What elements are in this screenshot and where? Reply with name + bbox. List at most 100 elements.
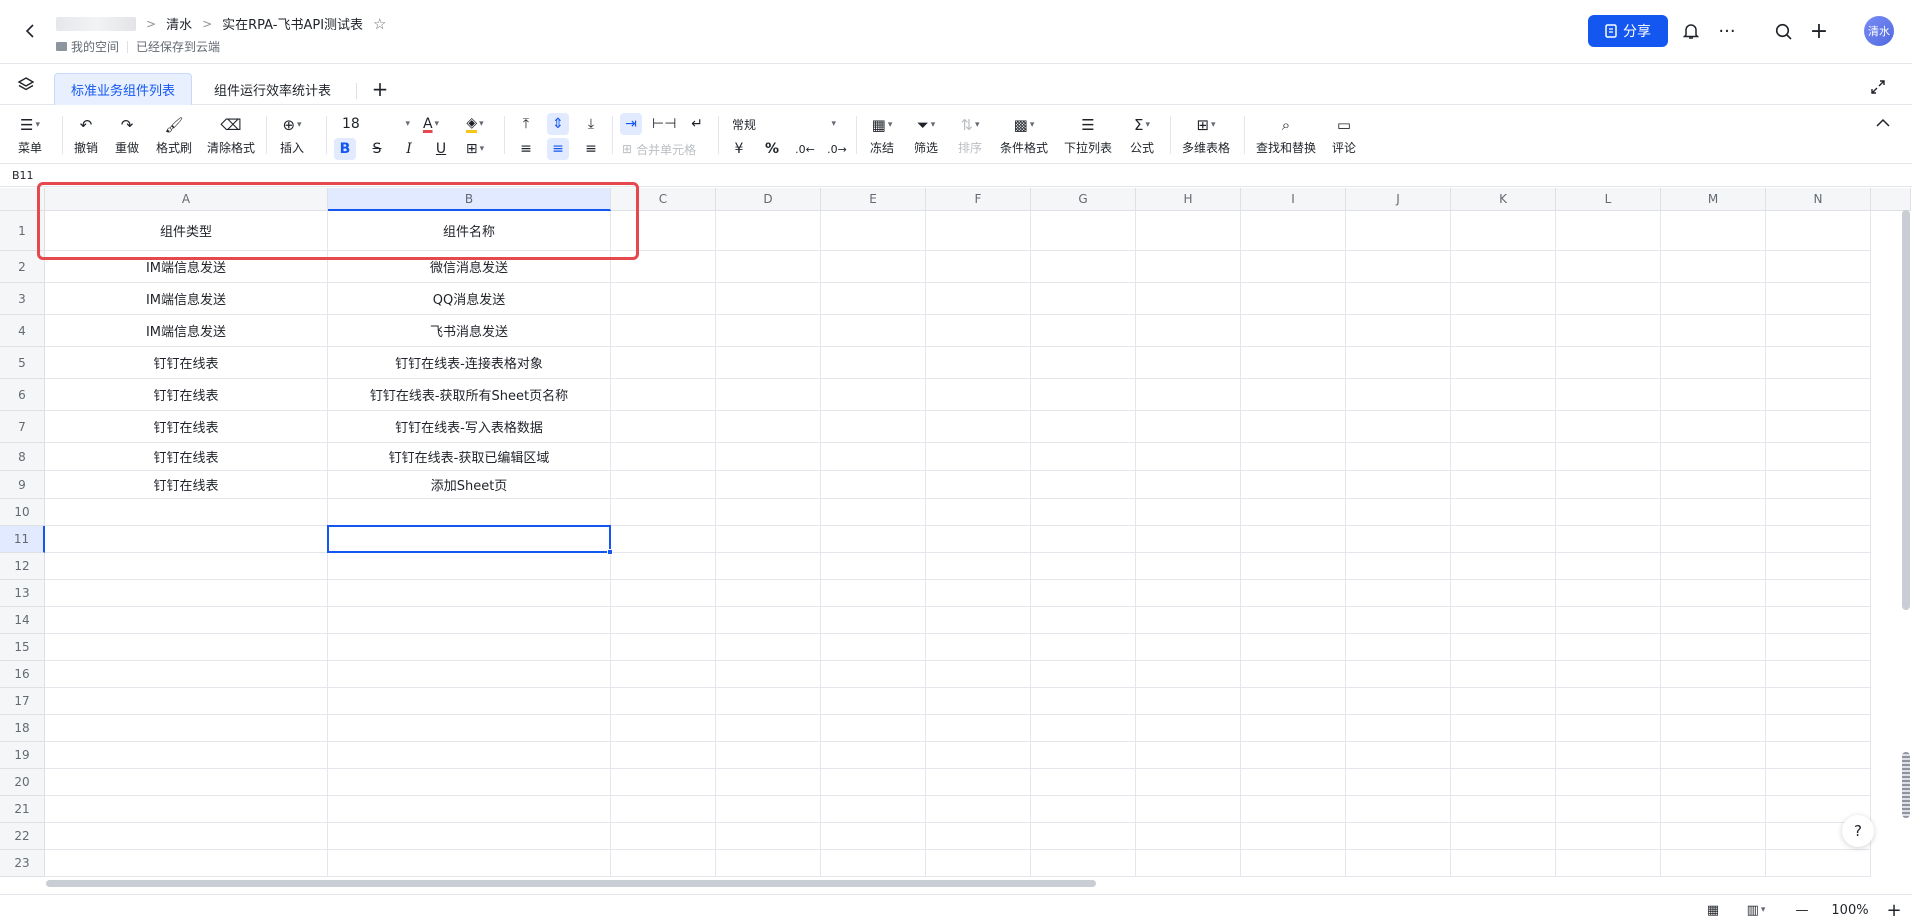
column-header-a[interactable]: A — [45, 188, 328, 211]
comment-button[interactable]: ▭ 评论 — [1332, 114, 1356, 156]
font-size-select[interactable]: 18 ▾ — [338, 113, 414, 135]
cell-m7[interactable] — [1661, 411, 1766, 443]
cell-m1[interactable] — [1661, 211, 1766, 251]
cell-m5[interactable] — [1661, 347, 1766, 379]
cell-l9[interactable] — [1556, 471, 1661, 499]
cell-m22[interactable] — [1661, 823, 1766, 850]
cell-i6[interactable] — [1241, 379, 1346, 411]
cell-i19[interactable] — [1241, 742, 1346, 769]
formula-button[interactable]: Σ ▾ 公式 — [1130, 114, 1154, 156]
cell-g9[interactable] — [1031, 471, 1136, 499]
cell-i18[interactable] — [1241, 715, 1346, 742]
search-icon[interactable] — [1770, 18, 1796, 44]
cell-n23[interactable] — [1766, 850, 1871, 877]
cell-a7[interactable]: 钉钉在线表 — [45, 411, 328, 443]
cell-a4[interactable]: IM端信息发送 — [45, 315, 328, 347]
cell-h7[interactable] — [1136, 411, 1241, 443]
conditional-format-button[interactable]: ▩ ▾ 条件格式 — [1000, 114, 1048, 156]
cell-e11[interactable] — [821, 526, 926, 553]
cell-a6[interactable]: 钉钉在线表 — [45, 379, 328, 411]
cell-j14[interactable] — [1346, 607, 1451, 634]
cell-f5[interactable] — [926, 347, 1031, 379]
column-header-e[interactable]: E — [821, 188, 926, 211]
cell-l23[interactable] — [1556, 850, 1661, 877]
cell-e19[interactable] — [821, 742, 926, 769]
row-header-8[interactable]: 8 — [0, 443, 45, 471]
cell-b2[interactable]: 微信消息发送 — [328, 251, 611, 283]
row-header-9[interactable]: 9 — [0, 471, 45, 499]
cell-c15[interactable] — [611, 634, 716, 661]
decrease-decimal-button[interactable]: .0← — [794, 138, 816, 160]
cell-l15[interactable] — [1556, 634, 1661, 661]
cell-j11[interactable] — [1346, 526, 1451, 553]
cell-j17[interactable] — [1346, 688, 1451, 715]
cell-n8[interactable] — [1766, 443, 1871, 471]
cell-g11[interactable] — [1031, 526, 1136, 553]
row-header-14[interactable]: 14 — [0, 607, 45, 634]
wrap-text-button[interactable]: ↵ — [686, 113, 708, 135]
cell-k6[interactable] — [1451, 379, 1556, 411]
cell-i11[interactable] — [1241, 526, 1346, 553]
merge-cells-button[interactable]: ⊞ 合并单元格 — [622, 138, 696, 160]
cell-e1[interactable] — [821, 211, 926, 251]
cell-b20[interactable] — [328, 769, 611, 796]
cell-n6[interactable] — [1766, 379, 1871, 411]
cell-m12[interactable] — [1661, 553, 1766, 580]
clear-format-button[interactable]: ⌫ 清除格式 — [207, 114, 255, 156]
cell-e12[interactable] — [821, 553, 926, 580]
cell-c20[interactable] — [611, 769, 716, 796]
row-header-4[interactable]: 4 — [0, 315, 45, 347]
freeze-button[interactable]: ▦ ▾ 冻结 — [870, 114, 894, 156]
cell-n15[interactable] — [1766, 634, 1871, 661]
cell-a15[interactable] — [45, 634, 328, 661]
cell-i16[interactable] — [1241, 661, 1346, 688]
cell-n20[interactable] — [1766, 769, 1871, 796]
cell-f20[interactable] — [926, 769, 1031, 796]
space-link[interactable]: 我的空间 — [56, 38, 119, 55]
cell-k19[interactable] — [1451, 742, 1556, 769]
cell-a8[interactable]: 钉钉在线表 — [45, 443, 328, 471]
cell-l10[interactable] — [1556, 499, 1661, 526]
row-header-23[interactable]: 23 — [0, 850, 45, 877]
cell-n1[interactable] — [1766, 211, 1871, 251]
cell-g1[interactable] — [1031, 211, 1136, 251]
column-header-i[interactable]: I — [1241, 188, 1346, 211]
cell-h11[interactable] — [1136, 526, 1241, 553]
cell-d9[interactable] — [716, 471, 821, 499]
cell-i1[interactable] — [1241, 211, 1346, 251]
cell-m19[interactable] — [1661, 742, 1766, 769]
cell-f9[interactable] — [926, 471, 1031, 499]
cell-m14[interactable] — [1661, 607, 1766, 634]
cell-f2[interactable] — [926, 251, 1031, 283]
cell-g23[interactable] — [1031, 850, 1136, 877]
cell-a9[interactable]: 钉钉在线表 — [45, 471, 328, 499]
cell-e21[interactable] — [821, 796, 926, 823]
cell-d22[interactable] — [716, 823, 821, 850]
cell-d17[interactable] — [716, 688, 821, 715]
align-left-button[interactable]: ≡ — [515, 138, 537, 160]
cell-m23[interactable] — [1661, 850, 1766, 877]
back-button[interactable] — [18, 18, 44, 44]
cell-m8[interactable] — [1661, 443, 1766, 471]
cell-i4[interactable] — [1241, 315, 1346, 347]
column-header-h[interactable]: H — [1136, 188, 1241, 211]
cell-i12[interactable] — [1241, 553, 1346, 580]
column-header-n[interactable]: N — [1766, 188, 1871, 211]
cell-l17[interactable] — [1556, 688, 1661, 715]
cell-g19[interactable] — [1031, 742, 1136, 769]
cell-d13[interactable] — [716, 580, 821, 607]
breadcrumb-parent[interactable]: 清水 — [166, 14, 192, 33]
column-header-j[interactable]: J — [1346, 188, 1451, 211]
doc-title[interactable]: 实在RPA-飞书API测试表 — [222, 14, 363, 33]
cell-h12[interactable] — [1136, 553, 1241, 580]
cell-k23[interactable] — [1451, 850, 1556, 877]
clip-button[interactable]: ⊢⊣ — [652, 113, 676, 135]
cell-b16[interactable] — [328, 661, 611, 688]
layers-icon[interactable] — [16, 75, 36, 95]
row-header-18[interactable]: 18 — [0, 715, 45, 742]
cell-i14[interactable] — [1241, 607, 1346, 634]
cell-j6[interactable] — [1346, 379, 1451, 411]
cell-j21[interactable] — [1346, 796, 1451, 823]
star-icon[interactable]: ☆ — [373, 15, 386, 33]
cell-m17[interactable] — [1661, 688, 1766, 715]
